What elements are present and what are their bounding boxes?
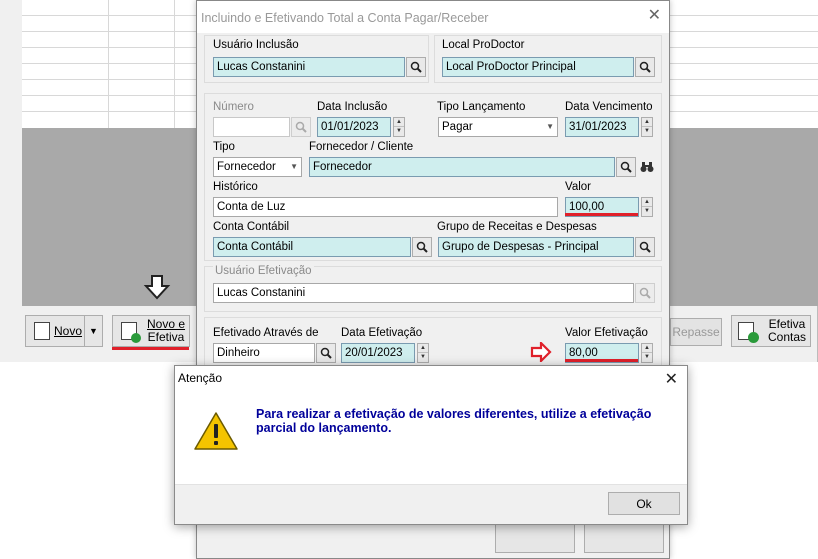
data-vencimento-label: Data Vencimento [565, 101, 653, 113]
atencao-dialog: Atenção ✕ Para realizar a efetivação de … [174, 365, 688, 525]
search-icon[interactable] [635, 237, 655, 257]
grupo-label: Grupo de Receitas e Despesas [437, 221, 597, 233]
fornecedor-label: Fornecedor / Cliente [309, 141, 414, 153]
search-icon[interactable] [412, 237, 432, 257]
repasse-label: Repasse [672, 325, 720, 339]
tipo-value: Fornecedor [217, 161, 276, 173]
alert-title: Atenção [178, 371, 223, 385]
usuario-efetivacao-field[interactable]: Lucas Constanini [213, 283, 634, 303]
tipo-lancamento-label: Tipo Lançamento [437, 101, 526, 113]
data-efetivacao-label: Data Efetivação [341, 327, 423, 339]
efetiva-contas-line2: Contas [768, 330, 807, 344]
data-vencimento-field[interactable]: 31/01/2023 [565, 117, 639, 137]
grupo-field[interactable]: Grupo de Despesas - Principal [438, 237, 634, 257]
chevron-down-icon[interactable]: ▼ [84, 316, 102, 346]
search-icon[interactable] [635, 283, 655, 303]
arrow-down-icon [143, 275, 171, 300]
efetiva-contas-button[interactable]: Efetiva Contas [731, 315, 811, 347]
efetiva-contas-icon [738, 322, 759, 343]
warning-icon [194, 412, 238, 450]
tipo-lancamento-value: Pagar [442, 121, 473, 133]
save-button[interactable] [495, 521, 575, 553]
numero-field[interactable] [213, 117, 290, 137]
date-spinner[interactable]: ▲ ▼ [393, 117, 405, 137]
tipo-lancamento-select[interactable]: Pagar ▼ [438, 117, 558, 137]
novo-label: Novo [54, 324, 83, 338]
tipo-label: Tipo [213, 141, 235, 153]
valor-efetivacao-highlight [565, 359, 638, 362]
historico-field[interactable]: Conta de Luz [213, 197, 558, 217]
local-label: Local ProDoctor [442, 39, 525, 51]
data-inclusao-field[interactable]: 01/01/2023 [317, 117, 391, 137]
arrow-right-icon [530, 342, 552, 362]
new-document-icon [34, 322, 50, 340]
new-effective-document-icon [121, 322, 141, 343]
usuario-inclusao-field[interactable]: Lucas Constanini [213, 57, 405, 77]
search-icon[interactable] [616, 157, 636, 177]
tipo-select[interactable]: Fornecedor ▼ [213, 157, 302, 177]
novo-e-efetiva-button[interactable]: Novo e Efetiva [112, 315, 190, 347]
usuario-efetivacao-label: Usuário Efetivação [213, 265, 314, 277]
highlight-underline [112, 347, 189, 350]
efetivado-atraves-label: Efetivado Através de [213, 327, 319, 339]
ok-button[interactable]: Ok [608, 492, 680, 515]
usuario-inclusao-label: Usuário Inclusão [213, 39, 299, 51]
close-icon[interactable]: ✕ [665, 369, 678, 389]
date-spinner[interactable]: ▲ ▼ [417, 343, 429, 363]
close-icon[interactable]: ✕ [648, 8, 661, 24]
search-icon[interactable] [406, 57, 426, 77]
efetiva-label: Efetiva [147, 330, 185, 344]
novo-button[interactable]: Novo ▼ [25, 315, 103, 347]
valor-efetivacao-label: Valor Efetivação [565, 327, 648, 339]
chevron-down-icon: ▼ [290, 162, 298, 171]
conta-contabil-field[interactable]: Conta Contábil [213, 237, 411, 257]
historico-label: Histórico [213, 181, 258, 193]
numero-label: Número [213, 101, 254, 113]
local-field[interactable]: Local ProDoctor Principal [442, 57, 634, 77]
valor-label: Valor [565, 181, 591, 193]
cancel-button[interactable] [584, 521, 664, 553]
repasse-button[interactable]: Repasse [670, 318, 722, 346]
valor-spinner[interactable]: ▲ ▼ [641, 197, 653, 217]
search-icon[interactable] [635, 57, 655, 77]
data-inclusao-label: Data Inclusão [317, 101, 388, 113]
alert-footer: Ok [175, 484, 687, 524]
valor-efetivacao-spinner[interactable]: ▲ ▼ [641, 343, 653, 363]
date-spinner[interactable]: ▲ ▼ [641, 117, 653, 137]
data-efetivacao-field[interactable]: 20/01/2023 [341, 343, 415, 363]
alert-message: Para realizar a efetivação de valores di… [256, 407, 652, 435]
chevron-down-icon: ▼ [546, 122, 554, 131]
efetivado-atraves-field[interactable]: Dinheiro [213, 343, 315, 363]
valor-highlight [565, 213, 638, 216]
search-icon[interactable] [316, 343, 336, 363]
conta-contabil-label: Conta Contábil [213, 221, 290, 233]
dialog-title: Incluindo e Efetivando Total a Conta Pag… [197, 1, 669, 33]
binoculars-icon[interactable] [637, 157, 657, 177]
search-icon[interactable] [291, 117, 311, 137]
fornecedor-field[interactable]: Fornecedor [309, 157, 615, 177]
